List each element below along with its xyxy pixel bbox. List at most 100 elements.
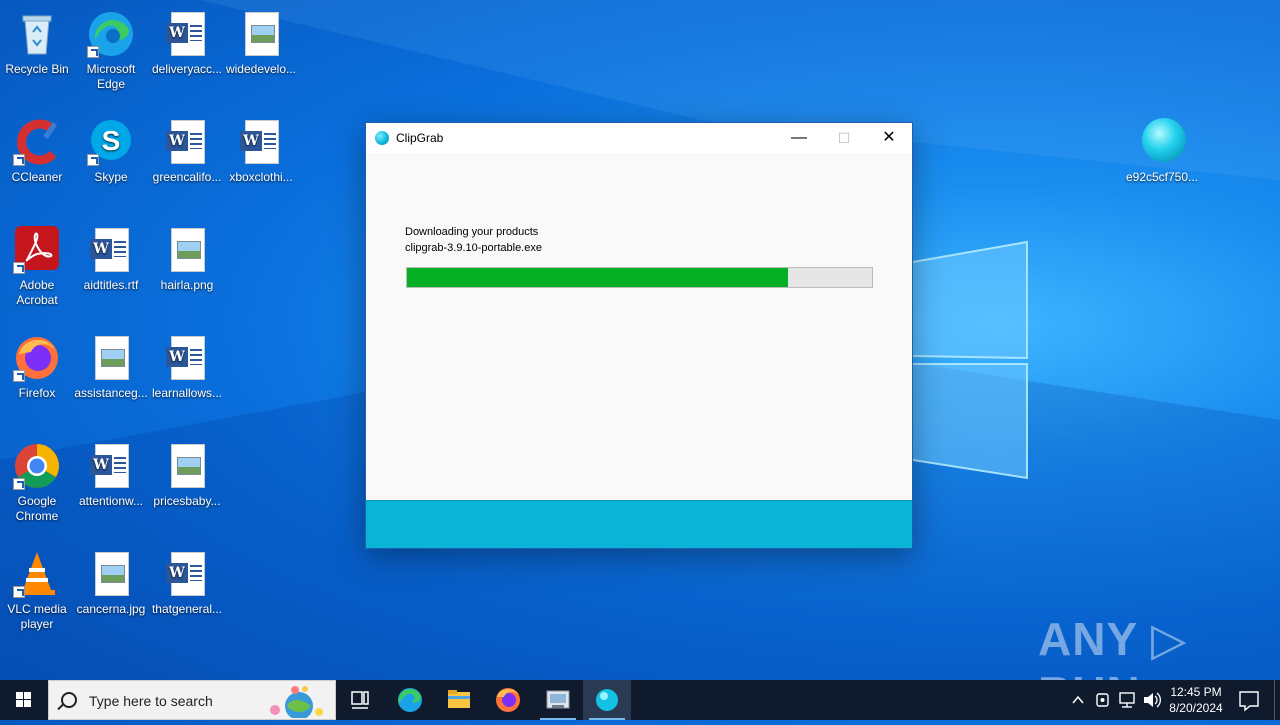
taskbar-clipgrab-button[interactable] (583, 680, 631, 720)
image-file-icon (237, 10, 285, 58)
edge-icon (87, 10, 135, 58)
window-title: ClipGrab (396, 131, 444, 145)
vlc-icon (13, 550, 61, 598)
desktop-icon-vlc[interactable]: VLC media player (0, 550, 75, 632)
shortcut-arrow-icon (13, 262, 25, 274)
chevron-up-icon (1072, 695, 1084, 704)
skype-icon: S (87, 118, 135, 166)
desktop-icon-attentionw[interactable]: W attentionw... (73, 442, 149, 509)
desktop-icon-label: Firefox (18, 386, 56, 400)
recycle-bin-icon (13, 10, 61, 58)
word-document-icon: W (237, 118, 285, 166)
desktop-icon-edge[interactable]: Microsoft Edge (73, 10, 149, 92)
download-progress-fill (407, 268, 789, 287)
desktop-icon-label: e92c5cf750... (1125, 170, 1199, 184)
desktop-icon-assistanceg[interactable]: assistanceg... (73, 334, 149, 401)
search-placeholder: Type here to search (89, 693, 213, 709)
shortcut-arrow-icon (13, 370, 25, 382)
file-explorer-icon (448, 690, 470, 708)
desktop-icon-label: Recycle Bin (5, 62, 69, 76)
word-document-icon: W (163, 334, 211, 382)
taskbar-clock[interactable]: 12:45 PM 8/20/2024 (1158, 684, 1234, 716)
desktop-icon-hairla[interactable]: hairla.png (149, 226, 225, 293)
device-icon (1096, 693, 1109, 707)
desktop-icon-xboxclothi[interactable]: W xboxclothi... (223, 118, 299, 185)
windows-logo-icon (16, 692, 31, 707)
shortcut-arrow-icon (87, 46, 99, 58)
word-document-icon: W (163, 118, 211, 166)
desktop-icon-label: greencalifo... (152, 170, 222, 184)
window-content: Downloading your products clipgrab-3.9.1… (366, 153, 912, 501)
desktop-icon-greencalifo[interactable]: W greencalifo... (149, 118, 225, 185)
desktop-icon-label: attentionw... (78, 494, 144, 508)
image-file-icon (163, 442, 211, 490)
taskbar-firefox-button[interactable] (484, 680, 532, 720)
word-document-icon: W (163, 550, 211, 598)
shortcut-arrow-icon (13, 586, 25, 598)
minimize-button[interactable]: — (776, 123, 822, 153)
taskbar: Type here to search 12:45 PM 8/20/2024 (0, 680, 1280, 720)
desktop-icon-thatgeneral[interactable]: W thatgeneral... (149, 550, 225, 617)
desktop-icon-e92c5cf750[interactable]: e92c5cf750... (1124, 118, 1200, 185)
desktop-icon-label: Adobe Acrobat (16, 278, 58, 307)
taskbar-file-explorer-button[interactable] (435, 680, 483, 720)
desktop-icon-widedevelo[interactable]: widedevelo... (223, 10, 299, 77)
close-button[interactable]: ✕ (866, 123, 912, 153)
desktop-icon-recycle-bin[interactable]: Recycle Bin (0, 10, 75, 77)
word-document-icon: W (87, 442, 135, 490)
svg-text:S: S (102, 125, 121, 156)
action-center-button[interactable] (1234, 680, 1264, 720)
desktop-icon-cancerna[interactable]: cancerna.jpg (73, 550, 149, 617)
notification-icon (1239, 691, 1259, 712)
acrobat-icon (13, 226, 61, 274)
desktop-icon-label: thatgeneral... (151, 602, 223, 616)
desktop-icon-firefox[interactable]: Firefox (0, 334, 75, 401)
taskbar-installer-button[interactable] (534, 680, 582, 720)
desktop-icon-pricesbaby[interactable]: pricesbaby... (149, 442, 225, 509)
desktop-icon-label: CCleaner (11, 170, 63, 184)
chrome-icon (13, 442, 61, 490)
desktop-icon-google-chrome[interactable]: Google Chrome (0, 442, 75, 524)
desktop-icon-label: cancerna.jpg (76, 602, 146, 616)
clipgrab-icon (596, 689, 618, 711)
desktop-icon-label: aidtitles.rtf (83, 278, 139, 292)
desktop-icon-label: pricesbaby... (153, 494, 221, 508)
desktop-icon-label: Google Chrome (15, 494, 59, 523)
desktop-icon-skype[interactable]: S Skype (73, 118, 149, 185)
edge-icon (398, 688, 422, 712)
taskbar-edge-button[interactable] (386, 680, 434, 720)
desktop-icon-label: hairla.png (160, 278, 214, 292)
tray-network-button[interactable] (1116, 680, 1138, 720)
image-file-icon (87, 334, 135, 382)
task-view-icon (351, 691, 369, 709)
taskbar-search-box[interactable]: Type here to search (48, 680, 336, 720)
download-status-text: Downloading your products (405, 226, 539, 238)
clipgrab-window: ClipGrab — ☐ ✕ Downloading your products… (365, 122, 913, 549)
desktop-icon-adobe-acrobat[interactable]: Adobe Acrobat (0, 226, 75, 308)
word-document-icon: W (163, 10, 211, 58)
desktop-icon-label: Microsoft Edge (86, 62, 136, 91)
firefox-icon (496, 688, 520, 712)
desktop-icon-label: Skype (94, 170, 128, 184)
show-hidden-icons-button[interactable] (1068, 680, 1088, 720)
shortcut-arrow-icon (13, 478, 25, 490)
word-document-icon: W (87, 226, 135, 274)
desktop-icon-deliveryacc[interactable]: W deliveryacc... (149, 10, 225, 77)
tray-meet-now-button[interactable] (1092, 680, 1114, 720)
clipgrab-app-icon (1138, 118, 1186, 166)
firefox-icon (13, 334, 61, 382)
clock-time: 12:45 PM (1170, 685, 1222, 699)
start-button[interactable] (0, 680, 48, 720)
installer-icon (546, 690, 570, 709)
desktop-icon-label: deliveryacc... (151, 62, 223, 76)
desktop-icon-learnallows[interactable]: W learnallows... (149, 334, 225, 401)
desktop-icon-ccleaner[interactable]: CCleaner (0, 118, 75, 185)
maximize-button[interactable]: ☐ (821, 123, 867, 153)
desktop-icon-label: widedevelo... (225, 62, 297, 76)
search-icon (61, 692, 77, 708)
task-view-button[interactable] (336, 680, 384, 720)
ccleaner-icon (13, 118, 61, 166)
window-titlebar[interactable]: ClipGrab — ☐ ✕ (366, 123, 912, 153)
show-desktop-button[interactable] (1274, 680, 1280, 720)
desktop-icon-aidtitles[interactable]: W aidtitles.rtf (73, 226, 149, 293)
